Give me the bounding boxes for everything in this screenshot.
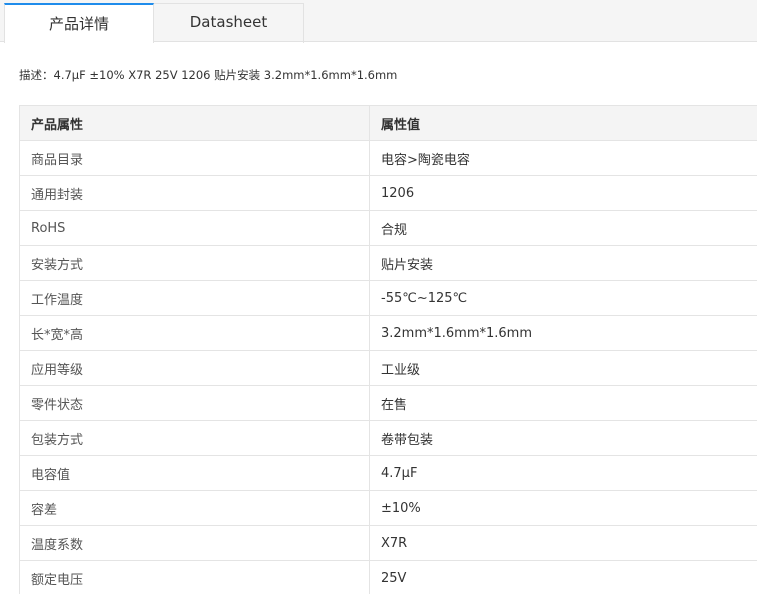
attribute-key: RoHS (19, 210, 370, 246)
attribute-key: 零件状态 (19, 385, 370, 421)
tab-datasheet[interactable]: Datasheet (154, 3, 304, 43)
table-row: 商品目录 电容>陶瓷电容 (19, 140, 757, 176)
attribute-key: 长*宽*高 (19, 315, 370, 351)
table-row: 容差 ±10% (19, 490, 757, 526)
attribute-value: X7R (369, 525, 757, 561)
attribute-value: -55℃~125℃ (369, 280, 757, 316)
attribute-value: 25V (369, 560, 757, 594)
table-row: RoHS 合规 (19, 210, 757, 246)
table-row: 温度系数 X7R (19, 525, 757, 561)
attribute-key: 额定电压 (19, 560, 370, 594)
attribute-value: 卷带包装 (369, 420, 757, 456)
attribute-value: 1206 (369, 175, 757, 211)
attribute-key: 通用封装 (19, 175, 370, 211)
attribute-value: 合规 (369, 210, 757, 246)
attributes-table: 产品属性 属性值 商品目录 电容>陶瓷电容 通用封装 1206 RoHS 合规 安装方… (19, 105, 757, 594)
table-row: 长*宽*高 3.2mm*1.6mm*1.6mm (19, 315, 757, 351)
attribute-value: 3.2mm*1.6mm*1.6mm (369, 315, 757, 351)
attribute-key: 工作温度 (19, 280, 370, 316)
table-row: 零件状态 在售 (19, 385, 757, 421)
attribute-value: 工业级 (369, 350, 757, 386)
product-description: 描述：4.7μF ±10% X7R 25V 1206 贴片安装 3.2mm*1.… (19, 68, 398, 82)
table-row: 应用等级 工业级 (19, 350, 757, 386)
attribute-value: 4.7μF (369, 455, 757, 491)
attribute-value: 在售 (369, 385, 757, 421)
attribute-key: 安装方式 (19, 245, 370, 281)
attribute-value: 贴片安装 (369, 245, 757, 281)
table-row: 工作温度 -55℃~125℃ (19, 280, 757, 316)
table-row: 通用封装 1206 (19, 175, 757, 211)
table-header-row: 产品属性 属性值 (19, 105, 757, 141)
tab-bar: 产品详情 Datasheet (0, 0, 757, 43)
attribute-key: 应用等级 (19, 350, 370, 386)
attribute-key: 温度系数 (19, 525, 370, 561)
header-value: 属性值 (369, 105, 757, 141)
attribute-key: 电容值 (19, 455, 370, 491)
attribute-key: 包装方式 (19, 420, 370, 456)
attribute-key: 容差 (19, 490, 370, 526)
attribute-value: 电容>陶瓷电容 (369, 140, 757, 176)
table-row: 额定电压 25V (19, 560, 757, 594)
table-row: 包装方式 卷带包装 (19, 420, 757, 456)
attribute-value: ±10% (369, 490, 757, 526)
table-row: 电容值 4.7μF (19, 455, 757, 491)
tab-product-details[interactable]: 产品详情 (4, 3, 154, 43)
header-attribute: 产品属性 (19, 105, 370, 141)
attributes-table-container: 产品属性 属性值 商品目录 电容>陶瓷电容 通用封装 1206 RoHS 合规 安装方… (19, 105, 757, 594)
attribute-key: 商品目录 (19, 140, 370, 176)
table-row: 安装方式 贴片安装 (19, 245, 757, 281)
